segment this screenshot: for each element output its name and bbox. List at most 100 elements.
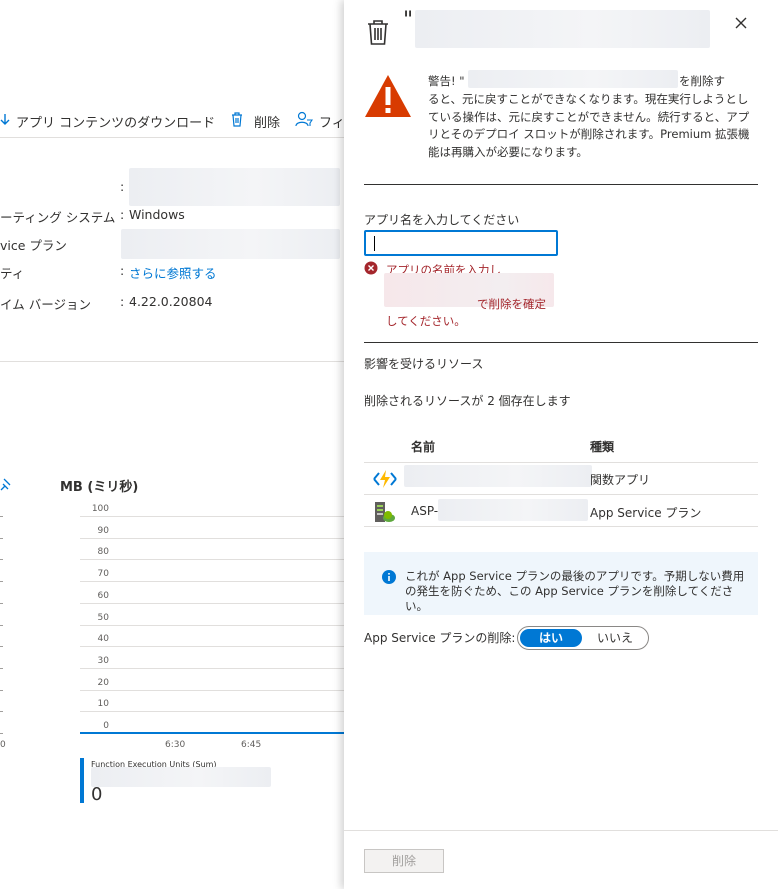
chart-x-tick-label: 6:30 [165, 740, 186, 750]
delete-button[interactable]: 削除 [254, 112, 280, 131]
chart-gridline [80, 516, 344, 517]
redacted-resource-name [438, 499, 588, 521]
filter-user-icon[interactable] [295, 111, 314, 130]
chart-gridline [80, 646, 344, 648]
chart-y-tick-label: 100 [91, 504, 109, 514]
download-icon[interactable] [0, 113, 10, 130]
col-type-header: 種類 [590, 440, 615, 454]
warning-suffix: を削除す [679, 74, 725, 88]
app-service-plan-icon [373, 500, 397, 527]
col-name-header: 名前 [411, 440, 436, 454]
chart-y-tick [0, 559, 3, 561]
info-icon [382, 570, 396, 587]
chart-y-tick [0, 711, 3, 713]
toggle-no[interactable]: いいえ [584, 629, 646, 647]
footer-divider [344, 830, 778, 831]
delete-icon[interactable] [230, 111, 244, 130]
chart-y-tick [0, 602, 3, 604]
delete-plan-toggle[interactable]: はい いいえ [517, 626, 649, 650]
legend-value: 0 [91, 784, 103, 805]
table-row-line [364, 526, 758, 527]
download-app-content-button[interactable]: アプリ コンテンツのダウンロード [16, 112, 215, 131]
chart-x-tick-label: 0 [0, 740, 6, 750]
prop-label-tags: ティ [0, 266, 25, 281]
warning-body: ると、元に戻すことができなくなります。現在実行しようとしている操作は、元に戻すこ… [428, 92, 750, 159]
chart-y-tick-label: 80 [97, 547, 109, 558]
chart-y-tick-label: 50 [97, 612, 109, 623]
delete-app-panel: " 警告! " を削除す ると、元に戻すことができなくなります。現在実行しようと… [344, 0, 778, 889]
chart-y-tick-label: 0 [103, 721, 109, 731]
error-icon [364, 261, 378, 278]
table-row: ASP- App Service プラン [364, 495, 758, 526]
panel-title-quote: " [403, 8, 414, 33]
pin-icon[interactable] [0, 478, 12, 495]
chart-y-tick [0, 516, 3, 517]
function-app-icon [373, 469, 397, 492]
prop-label-runtime: イム バージョン [0, 297, 91, 312]
close-icon[interactable] [734, 16, 748, 33]
warning-icon [363, 73, 413, 122]
chart-y-tick [0, 733, 3, 734]
chart-y-tick [0, 624, 3, 626]
warning-text: ると、元に戻すことができなくなります。現在実行しようとしている操作は、元に戻すこ… [428, 91, 758, 161]
redacted-resource-name [404, 465, 592, 487]
chart-y-tick [0, 667, 3, 669]
toolbar-divider [0, 137, 344, 138]
redacted-app-name [415, 10, 710, 48]
chart-gridline [80, 624, 344, 626]
divider-2 [364, 342, 758, 343]
affected-heading: 影響を受けるリソース [364, 357, 484, 371]
chart-y-tick-label: 60 [97, 590, 109, 601]
info-text: これが App Service プランの最後のアプリです。予期しない費用の発生を… [405, 569, 745, 613]
redacted-legend [91, 767, 271, 787]
divider-1 [364, 184, 758, 185]
error-line-3: してください。 [386, 314, 466, 328]
error-line-2: で削除を確定 [477, 297, 546, 311]
chart-gridline [80, 689, 344, 691]
chart-y-tick-label: 40 [97, 634, 109, 645]
prop-value-os: Windows [129, 207, 185, 222]
chart-gridline [80, 581, 344, 583]
chart-y-tick-label: 30 [97, 655, 109, 666]
prop-value-runtime: 4.22.0.20804 [129, 294, 213, 309]
chart-y-tick-label: 90 [97, 525, 109, 536]
chart-y-tick-label: 10 [97, 699, 109, 710]
table-row: 関数アプリ [364, 463, 758, 494]
resource-type: App Service プラン [590, 506, 702, 520]
chart-gridline [80, 559, 344, 561]
see-more-link[interactable]: さらに参照する [129, 263, 217, 282]
resource-name: ASP- [411, 504, 439, 518]
affected-count: 削除されるリソースが 2 個存在します [364, 394, 571, 408]
confirm-delete-button[interactable]: 削除 [364, 849, 444, 873]
app-name-input[interactable] [364, 230, 558, 256]
filter-button[interactable]: フィ [319, 112, 344, 131]
prop-colon: : [120, 179, 125, 194]
chart-series-line [80, 732, 344, 734]
legend-color-bar [80, 758, 84, 803]
redacted-warning-name [468, 70, 678, 88]
chart-title: MB (ミリ秒) [60, 480, 139, 495]
chart-y-tick [0, 689, 3, 691]
chart-gridline [80, 667, 344, 669]
chart-gridline [80, 711, 344, 713]
background-page: アプリ コンテンツのダウンロード 削除 フィ : ーティング システム : Wi… [0, 0, 344, 889]
section-divider [0, 361, 344, 362]
warning-prefix: 警告! " [428, 74, 465, 88]
chart-x-tick-label: 6:45 [241, 740, 262, 750]
chart-y-tick [0, 537, 3, 539]
delete-plan-label: App Service プランの削除: [364, 631, 516, 645]
chart-y-tick [0, 581, 3, 583]
chart-gridline [80, 537, 344, 539]
chart-y-tick [0, 646, 3, 648]
toggle-yes[interactable]: はい [520, 629, 582, 647]
prop-label-plan: vice プラン [0, 238, 67, 253]
redacted-value [129, 168, 340, 206]
text-caret [374, 236, 375, 251]
redacted-plan [121, 229, 340, 259]
resource-type: 関数アプリ [590, 473, 651, 487]
prop-label-os: ーティング システム [0, 210, 116, 225]
info-box: これが App Service プランの最後のアプリです。予期しない費用の発生を… [364, 552, 758, 615]
trash-icon [366, 18, 390, 49]
app-name-label: アプリ名を入力してください [364, 213, 520, 227]
chart-y-tick-label: 20 [97, 677, 109, 688]
